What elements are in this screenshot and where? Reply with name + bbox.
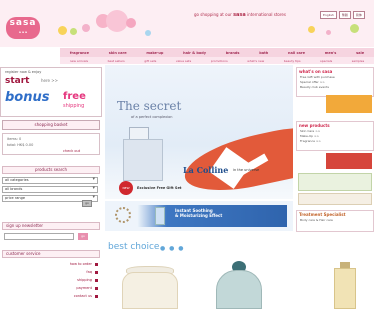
new-badge: NEW bbox=[119, 181, 133, 195]
language-switcher: English 繁體 简体 bbox=[320, 11, 365, 19]
nav-item[interactable]: hair & body bbox=[183, 51, 206, 55]
banner-title: The secret bbox=[117, 99, 182, 113]
lang-traditional-button[interactable]: 繁體 bbox=[338, 11, 351, 19]
cs-link[interactable]: payment bbox=[38, 286, 98, 290]
best-choice-title: best choice bbox=[108, 242, 160, 252]
nav-item[interactable]: skin care bbox=[109, 51, 127, 55]
promo-tile-green[interactable] bbox=[298, 173, 372, 191]
banner-subtitle: of a perfect complexion bbox=[131, 115, 173, 119]
sun-seal-icon bbox=[115, 207, 131, 223]
subnav-item[interactable]: what's new bbox=[247, 59, 264, 63]
product-search-header: products search bbox=[2, 166, 100, 174]
store-selector-highlight: sasa bbox=[233, 12, 246, 18]
subnav-item[interactable]: best sellers bbox=[108, 59, 125, 63]
subnav-item[interactable]: promotions bbox=[211, 59, 228, 63]
nav-item[interactable]: brands bbox=[226, 51, 240, 55]
product-cream-jar[interactable] bbox=[122, 272, 178, 309]
register-start: start bbox=[5, 76, 30, 86]
newsletter-email-input[interactable] bbox=[4, 233, 74, 240]
store-selector[interactable]: go shopping at our sasa international st… bbox=[194, 12, 286, 18]
whats-on-header: what's on sasa bbox=[299, 69, 333, 74]
sasa-logo[interactable]: sasa a a a bbox=[6, 17, 40, 39]
decorative-dot bbox=[326, 30, 331, 35]
nav-item[interactable]: make-up bbox=[146, 51, 163, 55]
store-selector-text: go shopping at our bbox=[194, 12, 232, 17]
lang-simplified-button[interactable]: 简体 bbox=[352, 11, 365, 19]
store-selector-rest: international stores bbox=[247, 12, 286, 17]
subnav-item[interactable]: new arrivals bbox=[70, 59, 88, 63]
subnav-item[interactable]: value sets bbox=[176, 59, 191, 63]
nav-item[interactable]: nail care bbox=[288, 51, 305, 55]
treatment-header: Treatment Specialist bbox=[299, 212, 346, 217]
nav-item[interactable]: fragrance bbox=[70, 51, 89, 55]
decorative-dot bbox=[82, 24, 90, 32]
cs-link[interactable]: shipping bbox=[38, 278, 98, 282]
decorative-dot bbox=[58, 26, 67, 35]
whats-on-box[interactable]: what's on sasa Free Gift with purchase S… bbox=[296, 67, 374, 97]
promo-tile-orange[interactable] bbox=[326, 95, 372, 113]
subnav-item[interactable]: specials bbox=[320, 59, 332, 63]
basket-total: total: HK$ 0.00 bbox=[7, 143, 34, 147]
promo-line-2: & Moisturizing Effect bbox=[175, 213, 223, 218]
sub-nav: new arrivals best sellers gift sets valu… bbox=[60, 57, 374, 64]
subnav-item[interactable]: beauty tips bbox=[284, 59, 301, 63]
product-bottle[interactable] bbox=[216, 270, 262, 309]
cs-link[interactable]: how to order bbox=[38, 262, 98, 266]
hero-banner[interactable]: The secret of a perfect complexion La Co… bbox=[105, 65, 293, 199]
header-band bbox=[0, 0, 374, 47]
banner-caption: Exclusive Free Gift Set bbox=[137, 186, 182, 190]
nav-item[interactable]: sale bbox=[356, 51, 364, 55]
decorative-dot bbox=[308, 26, 315, 33]
subnav-item[interactable]: gift sets bbox=[144, 59, 156, 63]
basket-summary: items: 0 total: HK$ 0.00 check out bbox=[2, 133, 100, 155]
promo-tile-beige[interactable] bbox=[298, 193, 372, 205]
register-title: register now & enjoy bbox=[5, 70, 42, 74]
promo-text: Instant Soothing & Moisturizing Effect bbox=[175, 208, 222, 218]
main-nav: fragrance skin care make-up hair & body … bbox=[60, 48, 374, 57]
decorative-dot bbox=[106, 10, 128, 32]
brand-select[interactable]: all brands bbox=[2, 186, 98, 193]
decorative-dot bbox=[145, 30, 151, 36]
promo-tile-red[interactable] bbox=[326, 153, 372, 169]
category-select[interactable]: all categories bbox=[2, 177, 98, 184]
product-box bbox=[123, 139, 163, 181]
treatment-line: Body care & Hair care bbox=[300, 218, 333, 222]
register-free: free bbox=[63, 91, 86, 102]
cs-link[interactable]: faq bbox=[38, 270, 98, 274]
customer-service-header: customer service bbox=[2, 250, 100, 258]
register-here-link[interactable]: here >> bbox=[41, 78, 58, 83]
promo-banner[interactable]: Instant Soothing & Moisturizing Effect bbox=[105, 201, 293, 231]
checkout-link[interactable]: check out bbox=[63, 149, 80, 153]
logo-text: sasa bbox=[9, 18, 37, 28]
decorative-dot bbox=[126, 18, 136, 28]
cs-link[interactable]: contact us bbox=[38, 294, 98, 298]
new-products-box[interactable]: new products Skin Care >> Make-Up >> Fra… bbox=[296, 121, 374, 151]
decorative-dot bbox=[70, 28, 77, 35]
shopping-basket-button[interactable]: shopping basket bbox=[2, 120, 100, 130]
new-products-line: Fragrance >> bbox=[300, 139, 321, 143]
decorative-dot bbox=[350, 24, 359, 33]
register-shipping: shipping bbox=[63, 103, 85, 109]
logo-tagline: a a a bbox=[18, 30, 28, 34]
subnav-item[interactable]: samples bbox=[352, 59, 364, 63]
lang-english-button[interactable]: English bbox=[320, 11, 337, 19]
whats-on-line: Beauty club events bbox=[300, 85, 329, 89]
banner-brand: La Colline bbox=[183, 165, 229, 175]
register-bonus: bonus bbox=[5, 90, 50, 105]
basket-items: items: 0 bbox=[7, 137, 22, 141]
new-products-header: new products bbox=[299, 123, 330, 128]
product-bottle bbox=[155, 207, 165, 225]
left-sidebar: register now & enjoy start here >> bonus… bbox=[0, 65, 102, 309]
nav-item[interactable]: men's bbox=[325, 51, 337, 55]
nav-item[interactable]: bath bbox=[259, 51, 268, 55]
treatment-box[interactable]: Treatment Specialist Body care & Hair ca… bbox=[296, 210, 374, 232]
register-promo[interactable]: register now & enjoy start here >> bonus… bbox=[0, 67, 102, 117]
banner-brand-sub: in the universe bbox=[233, 168, 260, 172]
newsletter-go-button[interactable]: go bbox=[78, 233, 88, 240]
product-perfume[interactable] bbox=[334, 268, 356, 309]
newsletter-header: sign up newsletter bbox=[2, 222, 100, 230]
best-choice-dots[interactable]: ● ● ● bbox=[160, 245, 185, 252]
search-go-button[interactable]: go bbox=[82, 200, 92, 207]
